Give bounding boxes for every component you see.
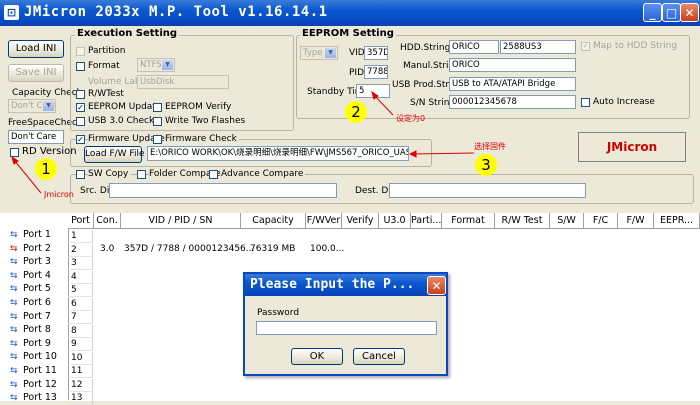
password-input[interactable] (256, 321, 437, 335)
password-dialog: Please Input the P... ✕ Password OK Canc… (243, 272, 448, 376)
cancel-button[interactable]: Cancel (353, 348, 405, 365)
dialog-close-button[interactable]: ✕ (427, 276, 446, 295)
ok-button[interactable]: OK (291, 348, 343, 365)
password-label: Password (257, 308, 300, 318)
dialog-title: Please Input the P... (250, 277, 415, 292)
